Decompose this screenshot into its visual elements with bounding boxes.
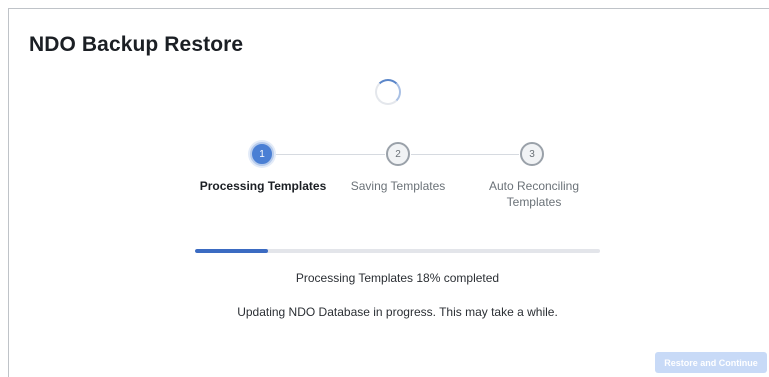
- progress-bar-fill: [195, 249, 268, 253]
- step-1-indicator: 1: [250, 142, 274, 166]
- step-connector: [274, 154, 385, 155]
- restore-and-continue-button[interactable]: Restore and Continue: [655, 352, 767, 373]
- page-title: NDO Backup Restore: [29, 33, 244, 56]
- progress-text: Processing Templates 18% completed: [295, 271, 500, 285]
- step-3-indicator: 3: [520, 142, 544, 166]
- progress-bar: [195, 249, 600, 253]
- step-connector: [411, 154, 519, 155]
- step-1-label: Processing Templates: [199, 179, 327, 193]
- status-message: Updating NDO Database in progress. This …: [237, 305, 558, 319]
- step-3-label: Auto Reconciling Templates: [488, 179, 580, 209]
- step-2-indicator: 2: [386, 142, 410, 166]
- step-2-label: Saving Templates: [350, 179, 446, 193]
- loading-spinner-icon: [375, 79, 401, 105]
- restore-panel: NDO Backup Restore 1 2 3 Processing Temp…: [8, 8, 769, 377]
